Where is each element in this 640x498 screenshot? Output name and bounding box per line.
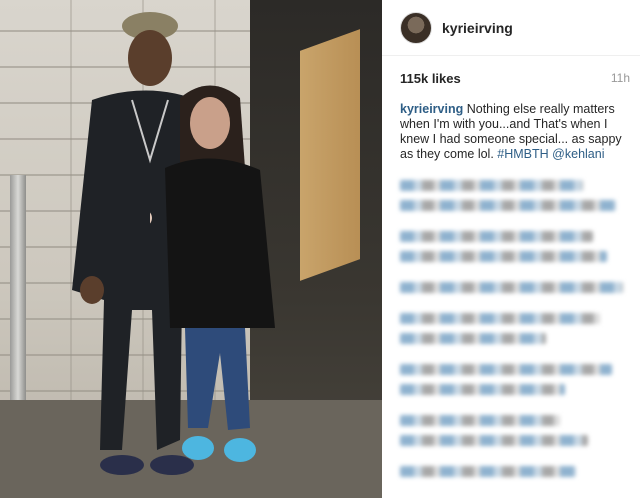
profile-avatar[interactable] bbox=[400, 11, 432, 44]
wall-pipe bbox=[10, 175, 26, 400]
blurred-comment bbox=[400, 231, 593, 242]
blurred-comment bbox=[400, 251, 607, 262]
blurred-comment bbox=[400, 180, 584, 191]
blurred-comment bbox=[400, 435, 588, 446]
blurred-comment bbox=[400, 333, 546, 344]
caption-mention[interactable]: @kehlani bbox=[552, 147, 604, 161]
caption-hashtag[interactable]: #HMBTH bbox=[497, 147, 548, 161]
blurred-comment bbox=[400, 415, 560, 426]
post-caption: kyrieirving Nothing else really matters … bbox=[400, 102, 632, 162]
post-time: 11h bbox=[610, 71, 630, 85]
blurred-comment bbox=[400, 200, 617, 211]
post-header: kyrieirving bbox=[382, 0, 640, 56]
wood-plank bbox=[300, 29, 360, 281]
blurred-comment bbox=[400, 282, 624, 293]
blurred-comment bbox=[400, 364, 612, 375]
post-username[interactable]: kyrieirving bbox=[442, 20, 513, 36]
post-photo[interactable] bbox=[0, 0, 382, 498]
caption-username[interactable]: kyrieirving bbox=[400, 102, 463, 116]
comments-list bbox=[400, 180, 635, 486]
blurred-comment bbox=[400, 466, 577, 477]
likes-count[interactable]: 115k likes bbox=[400, 71, 461, 86]
blurred-comment bbox=[400, 384, 565, 395]
blurred-comment bbox=[400, 313, 600, 324]
woman-figure bbox=[150, 85, 275, 462]
likes-row: 115k likes 11h bbox=[382, 56, 640, 100]
